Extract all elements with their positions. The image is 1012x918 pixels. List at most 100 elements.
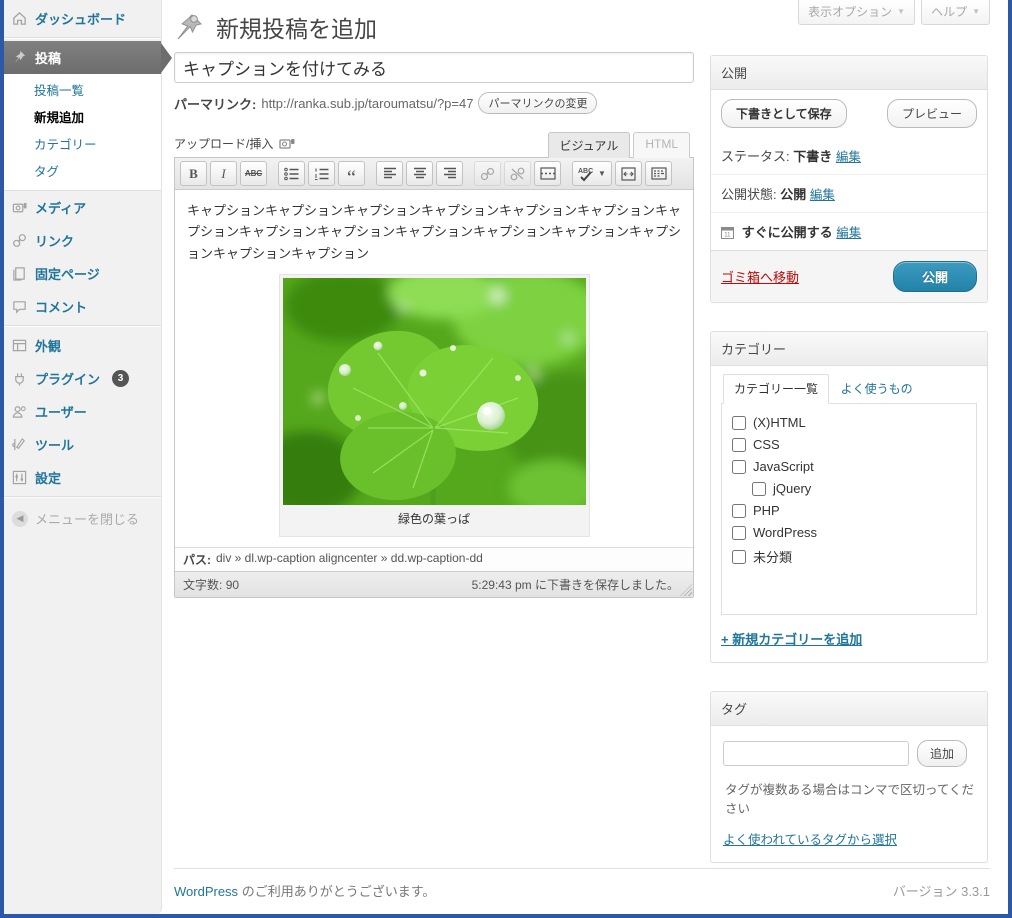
admin-sidebar: ダッシュボード 投稿 投稿一覧 新規追加 カテゴリー タグ メディア リンク 固… [4, 0, 172, 914]
sidebar-item-all-posts[interactable]: 投稿一覧 [4, 76, 161, 103]
sidebar-item-settings[interactable]: 設定 [4, 461, 161, 494]
sidebar-item-posts[interactable]: 投稿 [4, 41, 172, 74]
change-permalink-button[interactable]: パーマリンクの変更 [478, 92, 598, 114]
kitchen-sink-icon[interactable] [645, 161, 672, 186]
align-center-icon[interactable] [406, 161, 433, 186]
sidebar-item-add-new[interactable]: 新規追加 [4, 103, 161, 130]
fullscreen-icon[interactable] [615, 161, 642, 186]
post-content-editor[interactable]: キャプションキャプションキャプションキャプションキャプションキャプションキャプシ… [175, 190, 693, 548]
category-item[interactable]: JavaScript [732, 459, 966, 474]
category-checkbox[interactable] [732, 459, 746, 474]
categories-box-title[interactable]: カテゴリー [711, 332, 987, 366]
choose-from-most-used-link[interactable]: よく使われているタグから選択 [723, 829, 897, 848]
image-caption-block[interactable]: 緑色の葉っぱ [278, 274, 590, 538]
numbered-list-icon[interactable] [308, 161, 335, 186]
category-checkbox[interactable] [732, 437, 746, 452]
wordcount-label: 文字数: [183, 578, 223, 593]
main-area: 表示オプション ▼ ヘルプ ▼ 新規投稿を追加 キャプションを付けてみる パーマ… [162, 0, 1008, 914]
post-title-input[interactable] [174, 52, 694, 83]
tab-all-categories[interactable]: カテゴリー一覧 [723, 374, 830, 404]
move-to-trash-link[interactable]: ゴミ箱へ移動 [721, 267, 799, 286]
sidebar-item-tags[interactable]: タグ [4, 157, 161, 184]
category-label: CSS [753, 437, 780, 452]
edit-visibility-link[interactable]: 編集 [810, 188, 835, 202]
category-item[interactable]: jQuery [752, 481, 966, 496]
sidebar-item-media[interactable]: メディア [4, 191, 161, 224]
sidebar-item-dashboard[interactable]: ダッシュボード [4, 2, 161, 35]
sidebar-item-users[interactable]: ユーザー [4, 395, 161, 428]
category-item[interactable]: WordPress [732, 525, 966, 540]
category-item[interactable]: CSS [732, 437, 966, 452]
menu-separator [4, 325, 161, 327]
bold-button[interactable]: B [180, 161, 207, 186]
new-tag-input[interactable] [723, 741, 909, 766]
chevron-down-icon: ▼ [897, 7, 906, 16]
tab-html[interactable]: HTML [633, 132, 690, 158]
category-checkbox[interactable] [732, 415, 746, 430]
upload-insert-label: アップロード/挿入 [174, 137, 274, 151]
category-item[interactable]: PHP [732, 503, 966, 518]
add-tag-button[interactable]: 追加 [917, 740, 968, 767]
leaf-photo [282, 278, 586, 506]
sidebar-item-label: リンク [35, 234, 75, 249]
tags-box: タグ 追加 タグが複数ある場合はコンマで区切ってください よく使われているタグか… [710, 691, 988, 863]
publish-box-title[interactable]: 公開 [711, 56, 987, 90]
sidebar-item-label: コメント [35, 300, 88, 315]
help-button[interactable]: ヘルプ ▼ [921, 0, 990, 25]
sidebar-item-appearance[interactable]: 外観 [4, 329, 161, 362]
plugins-update-badge: 3 [112, 370, 130, 387]
category-checkbox[interactable] [752, 481, 766, 496]
permalink-url: http://ranka.sub.jp/taroumatsu/?p=47 [261, 95, 474, 111]
category-checkbox[interactable] [732, 503, 746, 518]
category-item[interactable]: (X)HTML [732, 415, 966, 430]
screen-options-button[interactable]: 表示オプション ▼ [798, 0, 916, 25]
tab-most-used[interactable]: よく使うもの [833, 375, 921, 402]
align-right-icon[interactable] [436, 161, 463, 186]
collapse-menu-button[interactable]: ◀ メニューを閉じる [4, 500, 161, 537]
align-left-icon[interactable] [376, 161, 403, 186]
bullet-list-icon[interactable] [278, 161, 305, 186]
sidebar-item-tools[interactable]: ツール [4, 428, 161, 461]
add-media-icon[interactable] [279, 137, 295, 151]
category-label: JavaScript [753, 459, 814, 474]
version-text: バージョン 3.3.1 [892, 884, 990, 899]
blockquote-icon[interactable]: “ [338, 161, 365, 188]
tags-box-title[interactable]: タグ [711, 692, 987, 726]
sidebar-item-categories[interactable]: カテゴリー [4, 130, 161, 157]
link-icon[interactable] [474, 161, 501, 186]
publish-button[interactable]: 公開 [892, 261, 977, 292]
image-caption-text: 緑色の葉っぱ [397, 512, 470, 527]
sidebar-item-links[interactable]: リンク [4, 224, 161, 257]
tab-visual[interactable]: ビジュアル [547, 132, 631, 158]
category-checklist[interactable]: (X)HTML CSS JavaScript jQuery PHP WordPr… [721, 403, 977, 615]
chevron-down-icon: ▼ [972, 7, 980, 16]
save-draft-button[interactable]: 下書きとして保存 [721, 99, 847, 128]
sidebar-item-plugins[interactable]: プラグイン 3 [4, 362, 161, 395]
category-item[interactable]: 未分類 [732, 547, 966, 566]
editor-toolbar: B I ABC “ ABC ▼ [175, 158, 693, 190]
sidebar-item-comments[interactable]: コメント [4, 290, 161, 323]
path-value[interactable]: div » dl.wp-caption aligncenter » dd.wp-… [216, 551, 483, 568]
edit-status-link[interactable]: 編集 [836, 150, 861, 164]
italic-button[interactable]: I [210, 161, 237, 186]
preview-button[interactable]: プレビュー [886, 99, 977, 128]
sidebar-item-label: メディア [35, 201, 87, 216]
collapse-menu-label: メニューを閉じる [35, 512, 140, 527]
footer-thanks-text: のご利用ありがとうございます。 [241, 884, 436, 899]
category-label: (X)HTML [753, 415, 806, 430]
admin-footer: WordPress のご利用ありがとうございます。 バージョン 3.3.1 [174, 868, 990, 900]
comments-icon [13, 301, 26, 314]
category-checkbox[interactable] [732, 525, 746, 540]
svg-text:11: 11 [724, 233, 731, 239]
strikethrough-button[interactable]: ABC [240, 161, 267, 186]
spellcheck-button[interactable]: ABC ▼ [572, 161, 612, 186]
category-checkbox[interactable] [732, 549, 746, 564]
more-tag-icon[interactable] [534, 161, 561, 186]
unlink-icon[interactable] [504, 161, 531, 186]
sidebar-item-pages[interactable]: 固定ページ [4, 257, 161, 290]
editor-resize-handle[interactable] [680, 584, 692, 597]
sidebar-item-label: ユーザー [35, 405, 87, 420]
add-new-category-link[interactable]: + 新規カテゴリーを追加 [721, 629, 862, 648]
edit-schedule-link[interactable]: 編集 [836, 226, 861, 240]
wordpress-link[interactable]: WordPress [174, 884, 238, 899]
